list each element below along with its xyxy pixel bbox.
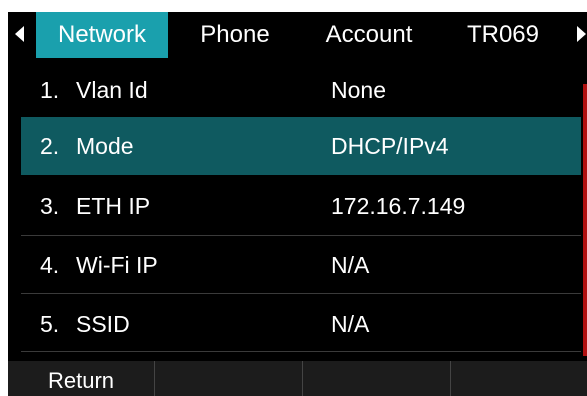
row-label: Mode xyxy=(76,133,134,159)
row-value: N/A xyxy=(331,252,370,278)
tab-account[interactable]: Account xyxy=(306,12,432,58)
softkey-2[interactable] xyxy=(155,361,301,396)
row-index: 1. xyxy=(40,77,60,103)
row-value: DHCP/IPv4 xyxy=(331,133,449,159)
tab-tr069[interactable]: TR069 xyxy=(448,12,558,58)
row-index: 4. xyxy=(40,252,60,278)
softkey-3[interactable] xyxy=(303,361,449,396)
row-label: Vlan Id xyxy=(76,77,148,103)
softkey-bar: Return xyxy=(8,361,587,396)
tab-phone[interactable]: Phone xyxy=(180,12,290,58)
row-label: ETH IP xyxy=(76,193,151,219)
row-label: Wi-Fi IP xyxy=(76,252,158,278)
list-item-ssid[interactable]: 5. SSID N/A xyxy=(21,295,581,353)
row-index: 5. xyxy=(40,311,60,337)
row-index: 2. xyxy=(40,133,60,159)
row-value: N/A xyxy=(331,311,370,337)
list-item-wifi-ip[interactable]: 4. Wi-Fi IP N/A xyxy=(21,236,581,294)
caret-right-icon[interactable] xyxy=(577,26,586,42)
list-item-mode[interactable]: 2. Mode DHCP/IPv4 xyxy=(21,117,581,175)
caret-left-icon[interactable] xyxy=(15,26,24,42)
tab-network[interactable]: Network xyxy=(36,12,168,58)
row-value: None xyxy=(331,77,386,103)
return-button[interactable]: Return xyxy=(8,361,154,396)
row-label: SSID xyxy=(76,311,130,337)
row-index: 3. xyxy=(40,193,60,219)
tab-bar: Network Phone Account TR069 xyxy=(8,12,587,58)
scrollbar[interactable] xyxy=(583,84,587,356)
list-item-vlan-id[interactable]: 1. Vlan Id None xyxy=(21,61,581,119)
row-value: 172.16.7.149 xyxy=(331,193,466,219)
list-item-eth-ip[interactable]: 3. ETH IP 172.16.7.149 xyxy=(21,177,581,235)
phone-screen: Network Phone Account TR069 1. Vlan Id N… xyxy=(8,12,587,396)
softkey-4[interactable] xyxy=(451,361,587,396)
